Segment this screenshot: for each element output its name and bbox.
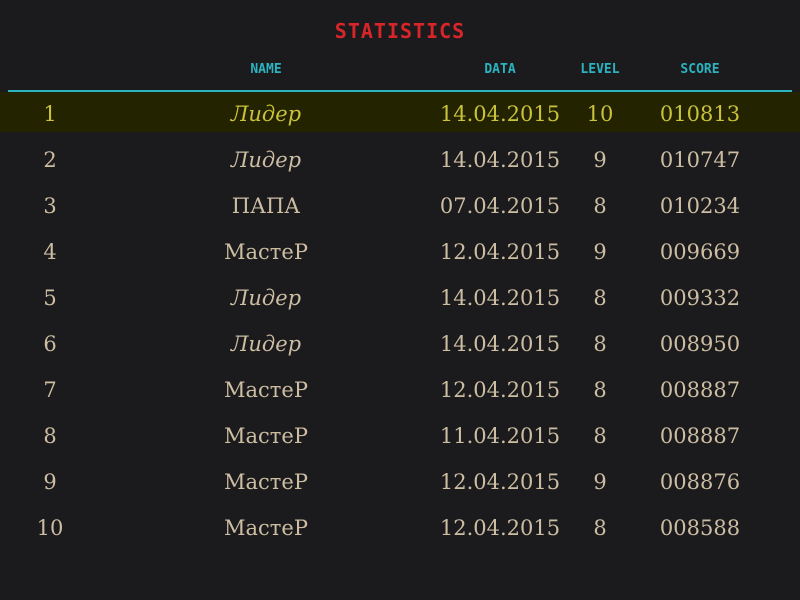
row-level: 8: [593, 378, 607, 402]
column-header-level: LEVEL: [580, 62, 620, 77]
row-date: 12.04.2015: [439, 470, 561, 494]
row-level: 9: [593, 148, 607, 172]
table-row: 4 МастеР 12.04.2015 9 009669: [0, 230, 800, 270]
row-rank: 9: [43, 470, 57, 494]
table-row: 2 Лидер 14.04.2015 9 010747: [0, 138, 800, 178]
row-score: 009332: [659, 286, 741, 310]
row-score: 010747: [659, 148, 741, 172]
row-date: 14.04.2015: [439, 102, 561, 126]
column-header-score: SCORE: [680, 62, 720, 77]
row-level: 8: [593, 286, 607, 310]
table-row: 5 Лидер 14.04.2015 8 009332: [0, 276, 800, 316]
row-level: 10: [586, 102, 614, 126]
row-level: 9: [593, 470, 607, 494]
row-level: 8: [593, 332, 607, 356]
table-row: 7 МастеР 12.04.2015 8 008887: [0, 368, 800, 408]
row-rank: 10: [36, 516, 64, 540]
row-score: 008950: [659, 332, 741, 356]
row-date: 12.04.2015: [439, 516, 561, 540]
row-rank: 8: [43, 424, 57, 448]
row-rank: 6: [43, 332, 57, 356]
row-rank: 4: [43, 240, 57, 264]
row-date: 14.04.2015: [439, 148, 561, 172]
row-score: 008588: [659, 516, 741, 540]
row-score: 008887: [659, 424, 741, 448]
row-name: ПАПА: [231, 194, 301, 218]
row-date: 07.04.2015: [439, 194, 561, 218]
column-header-data: DATA: [484, 62, 516, 77]
row-date: 12.04.2015: [439, 240, 561, 264]
row-level: 8: [593, 516, 607, 540]
row-date: 11.04.2015: [439, 424, 561, 448]
row-score: 008887: [659, 378, 741, 402]
row-name: МастеР: [224, 470, 308, 494]
row-score: 010813: [659, 102, 741, 126]
row-name: МастеР: [224, 240, 308, 264]
row-date: 14.04.2015: [439, 332, 561, 356]
row-level: 9: [593, 240, 607, 264]
column-header-name: NAME: [250, 62, 282, 77]
row-name: Лидер: [230, 286, 302, 310]
row-score: 009669: [659, 240, 741, 264]
table-row: 9 МастеР 12.04.2015 9 008876: [0, 460, 800, 500]
row-rank: 5: [43, 286, 57, 310]
table-row: 10 МастеР 12.04.2015 8 008588: [0, 506, 800, 546]
table-row: 8 МастеР 11.04.2015 8 008887: [0, 414, 800, 454]
table-row: 1 Лидер 14.04.2015 10 010813: [0, 92, 800, 132]
row-name: Лидер: [230, 332, 302, 356]
row-date: 12.04.2015: [439, 378, 561, 402]
row-name: МастеР: [224, 516, 308, 540]
row-name: МастеР: [224, 378, 308, 402]
row-rank: 1: [43, 102, 57, 126]
row-level: 8: [593, 424, 607, 448]
page-title: STATISTICS: [334, 19, 466, 43]
row-date: 14.04.2015: [439, 286, 561, 310]
row-score: 008876: [659, 470, 741, 494]
table-row: 3 ПАПА 07.04.2015 8 010234: [0, 184, 800, 224]
row-name: МастеР: [224, 424, 308, 448]
row-name: Лидер: [230, 102, 302, 126]
table-header: NAME DATA LEVEL SCORE: [0, 58, 800, 82]
row-level: 8: [593, 194, 607, 218]
row-score: 010234: [659, 194, 741, 218]
statistics-screen: STATISTICS NAME DATA LEVEL SCORE 1 Лидер 1…: [0, 0, 800, 600]
row-rank: 7: [43, 378, 57, 402]
row-rank: 3: [43, 194, 57, 218]
row-rank: 2: [43, 148, 57, 172]
row-name: Лидер: [230, 148, 302, 172]
table-row: 6 Лидер 14.04.2015 8 008950: [0, 322, 800, 362]
